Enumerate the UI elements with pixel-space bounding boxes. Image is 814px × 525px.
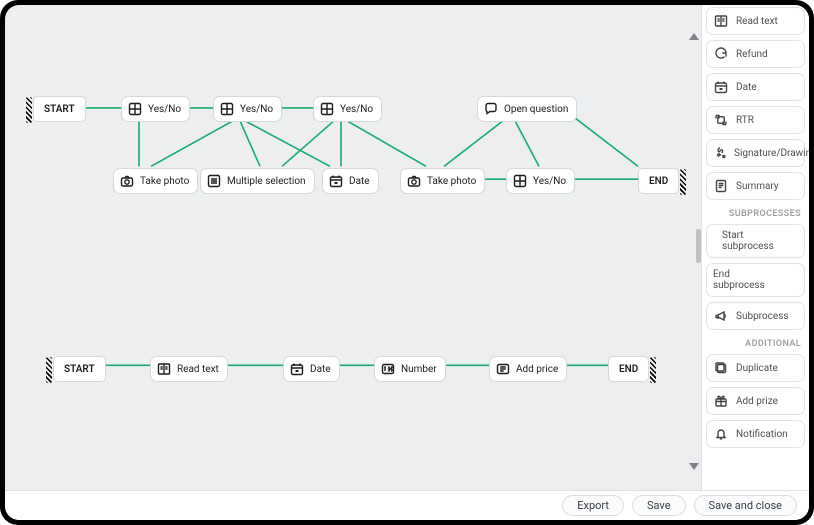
- book-icon: [157, 362, 171, 376]
- grid-icon: [128, 102, 142, 116]
- sidebar-item-add-prize[interactable]: Add prize: [706, 387, 805, 415]
- save-and-close-button[interactable]: Save and close: [694, 495, 797, 516]
- grid-icon: [513, 174, 527, 188]
- node-multiple-selection[interactable]: Multiple selection: [200, 168, 315, 194]
- number-icon: [381, 362, 395, 376]
- sidebar-item-rtr[interactable]: RTR: [706, 106, 805, 134]
- sidebar-item-date[interactable]: Date: [706, 73, 805, 101]
- chat-icon: [484, 102, 498, 116]
- list-icon: [207, 174, 221, 188]
- node-date-1[interactable]: Date: [322, 168, 379, 194]
- flow1-end[interactable]: END: [638, 168, 679, 194]
- sidebar-label: Add prize: [736, 396, 778, 407]
- node-date-2[interactable]: Date: [283, 356, 340, 382]
- sidebar-item-duplicate[interactable]: Duplicate: [706, 354, 805, 382]
- label: END: [619, 364, 638, 375]
- sidebar-label: Notification: [736, 429, 788, 440]
- node-label: Number: [401, 364, 437, 375]
- sidebar-label: Summary: [736, 181, 779, 192]
- node-yesno-4[interactable]: Yes/No: [506, 168, 575, 194]
- export-button[interactable]: Export: [562, 495, 624, 516]
- node-label: Add price: [516, 364, 558, 375]
- node-label: Open question: [504, 104, 568, 115]
- sidebar-label: Signature/Drawing: [734, 148, 809, 159]
- node-yesno-3[interactable]: Yes/No: [313, 96, 382, 122]
- sidebar-label: Start subprocess: [722, 230, 774, 252]
- calendar-icon: [713, 79, 729, 95]
- footer-bar: Export Save Save and close: [5, 490, 809, 520]
- sidebar-item-subprocess[interactable]: Subprocess: [706, 302, 805, 330]
- flow2-start[interactable]: START: [53, 356, 106, 382]
- camera-icon: [407, 174, 421, 188]
- book-icon: [713, 13, 729, 29]
- node-add-price[interactable]: Add price: [489, 356, 567, 382]
- node-take-photo-1[interactable]: Take photo: [113, 168, 198, 194]
- node-label: Take photo: [140, 176, 189, 187]
- node-read-text[interactable]: Read text: [150, 356, 228, 382]
- label: START: [44, 104, 75, 115]
- node-label: Date: [310, 364, 331, 375]
- node-label: Date: [349, 176, 370, 187]
- rtr-icon: [713, 112, 729, 128]
- label: END: [649, 176, 668, 187]
- sidebar-label: Date: [736, 82, 757, 93]
- signature-icon: [713, 145, 727, 161]
- calendar-icon: [290, 362, 304, 376]
- gift-icon: [713, 393, 729, 409]
- save-button[interactable]: Save: [632, 495, 686, 516]
- duplicate-icon: [713, 360, 729, 376]
- grid-icon: [320, 102, 334, 116]
- node-label: Take photo: [427, 176, 476, 187]
- flow2-end[interactable]: END: [608, 356, 649, 382]
- sidebar-label: Subprocess: [736, 311, 789, 322]
- grid-icon: [220, 102, 234, 116]
- sidebar-item-signature[interactable]: Signature/Drawing: [706, 139, 805, 167]
- flow1-start[interactable]: START: [33, 96, 86, 122]
- node-open-question[interactable]: Open question: [477, 96, 577, 122]
- node-label: Yes/No: [340, 104, 373, 115]
- sidebar-item-start-subprocess[interactable]: Start subprocess: [706, 224, 805, 258]
- sidebar-label: Read text: [736, 16, 778, 27]
- sidebar-item-read-text[interactable]: Read text: [706, 7, 805, 35]
- announce-icon: [713, 308, 729, 324]
- node-label: Read text: [177, 364, 219, 375]
- node-number[interactable]: Number: [374, 356, 446, 382]
- node-label: Yes/No: [240, 104, 273, 115]
- sidebar-item-summary[interactable]: Summary: [706, 172, 805, 200]
- sidebar-label: Duplicate: [736, 363, 778, 374]
- camera-icon: [120, 174, 134, 188]
- label: START: [64, 364, 95, 375]
- node-yesno-2[interactable]: Yes/No: [213, 96, 282, 122]
- component-sidebar: Read text Refund Date RTR Signature/Draw…: [701, 5, 809, 490]
- sidebar-heading-subprocesses: SUBPROCESSES: [706, 205, 805, 219]
- node-label: Yes/No: [148, 104, 181, 115]
- node-yesno-1[interactable]: Yes/No: [121, 96, 190, 122]
- refund-icon: [713, 46, 729, 62]
- sidebar-item-end-subprocess[interactable]: End subprocess: [706, 263, 805, 297]
- sidebar-item-notification[interactable]: Notification: [706, 420, 805, 448]
- sidebar-label: End subprocess: [713, 269, 765, 291]
- bell-icon: [713, 426, 729, 442]
- sidebar-label: Refund: [736, 49, 768, 60]
- node-take-photo-2[interactable]: Take photo: [400, 168, 485, 194]
- sidebar-heading-additional: ADDITIONAL: [706, 335, 805, 349]
- sidebar-item-refund[interactable]: Refund: [706, 40, 805, 68]
- summary-icon: [713, 178, 729, 194]
- node-label: Yes/No: [533, 176, 566, 187]
- node-label: Multiple selection: [227, 176, 306, 187]
- scroll-down-icon[interactable]: [689, 463, 699, 470]
- scroll-up-icon[interactable]: [689, 33, 699, 40]
- price-icon: [496, 362, 510, 376]
- calendar-icon: [329, 174, 343, 188]
- flow-canvas[interactable]: START Yes/No Yes/No Yes/No Open question: [5, 5, 701, 490]
- sidebar-label: RTR: [736, 115, 754, 126]
